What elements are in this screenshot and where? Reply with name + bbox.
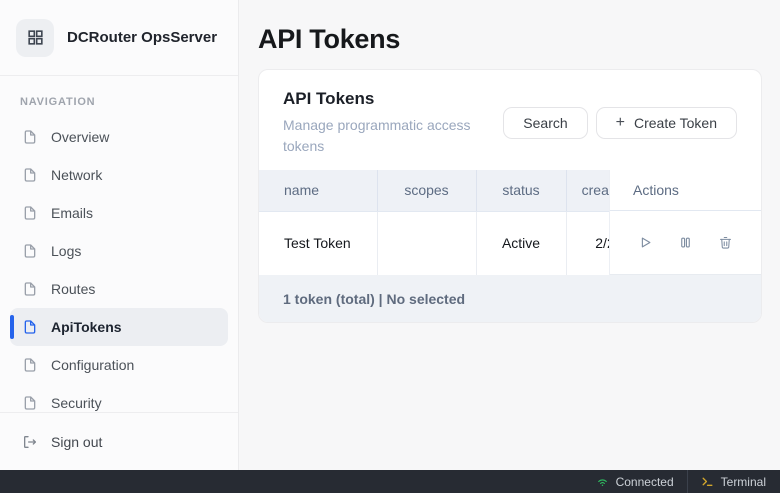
sidebar-item-routes[interactable]: Routes xyxy=(10,270,228,308)
cell-name: Test Token xyxy=(259,211,377,275)
sidebar-item-label: Overview xyxy=(51,129,109,145)
trash-icon[interactable] xyxy=(716,233,735,252)
sidebar-footer: Sign out xyxy=(0,412,238,470)
row-actions xyxy=(610,211,761,275)
sidebar-header: DCRouter OpsServer xyxy=(0,0,238,76)
card-subtitle: Manage programmatic access tokens xyxy=(283,115,503,157)
connection-status-label: Connected xyxy=(616,475,674,489)
table-row[interactable]: Test Token Active 2/2 xyxy=(259,211,644,275)
terminal-toggle[interactable]: Terminal xyxy=(687,470,780,493)
column-header-status: status xyxy=(476,170,566,211)
sidebar-item-security[interactable]: Security xyxy=(10,384,228,412)
document-icon xyxy=(22,357,38,373)
search-button[interactable]: Search xyxy=(503,107,587,139)
api-tokens-card: API Tokens Manage programmatic access to… xyxy=(258,69,762,323)
nav-list: Overview Network Emails Logs xyxy=(10,118,228,412)
sidebar-nav: NAVIGATION Overview Network Emails xyxy=(0,76,238,412)
tokens-table: name scopes status created Test Token Ac… xyxy=(259,170,761,275)
sidebar-item-label: Network xyxy=(51,167,102,183)
sign-out-button[interactable]: Sign out xyxy=(10,423,228,461)
logout-icon xyxy=(22,434,38,450)
terminal-label: Terminal xyxy=(721,475,766,489)
actions-column: Actions xyxy=(609,170,761,275)
sidebar-item-logs[interactable]: Logs xyxy=(10,232,228,270)
document-icon xyxy=(22,281,38,297)
sidebar-item-overview[interactable]: Overview xyxy=(10,118,228,156)
sidebar-item-label: Emails xyxy=(51,205,93,221)
table-header-row: name scopes status created xyxy=(259,170,644,211)
document-icon xyxy=(22,395,38,411)
sidebar: DCRouter OpsServer NAVIGATION Overview N… xyxy=(0,0,239,470)
sidebar-item-label: ApiTokens xyxy=(51,319,122,335)
create-token-button[interactable]: + Create Token xyxy=(596,107,737,139)
page-title: API Tokens xyxy=(258,24,762,55)
main-area: API Tokens API Tokens Manage programmati… xyxy=(239,0,780,470)
column-header-name: name xyxy=(259,170,377,211)
plus-icon: + xyxy=(616,115,625,131)
sidebar-item-label: Security xyxy=(51,395,102,411)
terminal-prompt-icon xyxy=(701,475,714,488)
status-bar: Connected Terminal xyxy=(0,470,780,493)
sidebar-item-label: Configuration xyxy=(51,357,134,373)
content-area: DCRouter OpsServer NAVIGATION Overview N… xyxy=(0,0,780,470)
table-summary: 1 token (total) | No selected xyxy=(259,275,761,322)
play-icon[interactable] xyxy=(636,233,655,252)
sidebar-item-apitokens[interactable]: ApiTokens xyxy=(10,308,228,346)
create-token-label: Create Token xyxy=(634,115,717,131)
document-icon xyxy=(22,243,38,259)
sign-out-label: Sign out xyxy=(51,434,102,450)
wifi-icon xyxy=(596,475,609,488)
sidebar-item-label: Logs xyxy=(51,243,81,259)
document-icon xyxy=(22,129,38,145)
search-button-label: Search xyxy=(523,115,567,131)
sidebar-item-configuration[interactable]: Configuration xyxy=(10,346,228,384)
card-titles: API Tokens Manage programmatic access to… xyxy=(283,89,503,157)
sidebar-item-emails[interactable]: Emails xyxy=(10,194,228,232)
card-actions: Search + Create Token xyxy=(503,107,737,139)
app-window: DCRouter OpsServer NAVIGATION Overview N… xyxy=(0,0,780,493)
document-icon xyxy=(22,319,38,335)
column-header-scopes: scopes xyxy=(377,170,476,211)
tokens-table-grid: name scopes status created Test Token Ac… xyxy=(259,170,645,275)
sidebar-item-label: Routes xyxy=(51,281,95,297)
document-icon xyxy=(22,167,38,183)
cell-scopes xyxy=(377,211,476,275)
card-title: API Tokens xyxy=(283,89,503,109)
connection-status: Connected xyxy=(583,470,687,493)
pause-icon[interactable] xyxy=(676,233,695,252)
column-header-actions: Actions xyxy=(610,170,761,211)
brand-title: DCRouter OpsServer xyxy=(67,29,217,46)
document-icon xyxy=(22,205,38,221)
card-header: API Tokens Manage programmatic access to… xyxy=(259,70,761,170)
nav-section-label: NAVIGATION xyxy=(10,90,228,118)
grid-icon xyxy=(16,19,54,57)
cell-status: Active xyxy=(476,211,566,275)
sidebar-item-network[interactable]: Network xyxy=(10,156,228,194)
